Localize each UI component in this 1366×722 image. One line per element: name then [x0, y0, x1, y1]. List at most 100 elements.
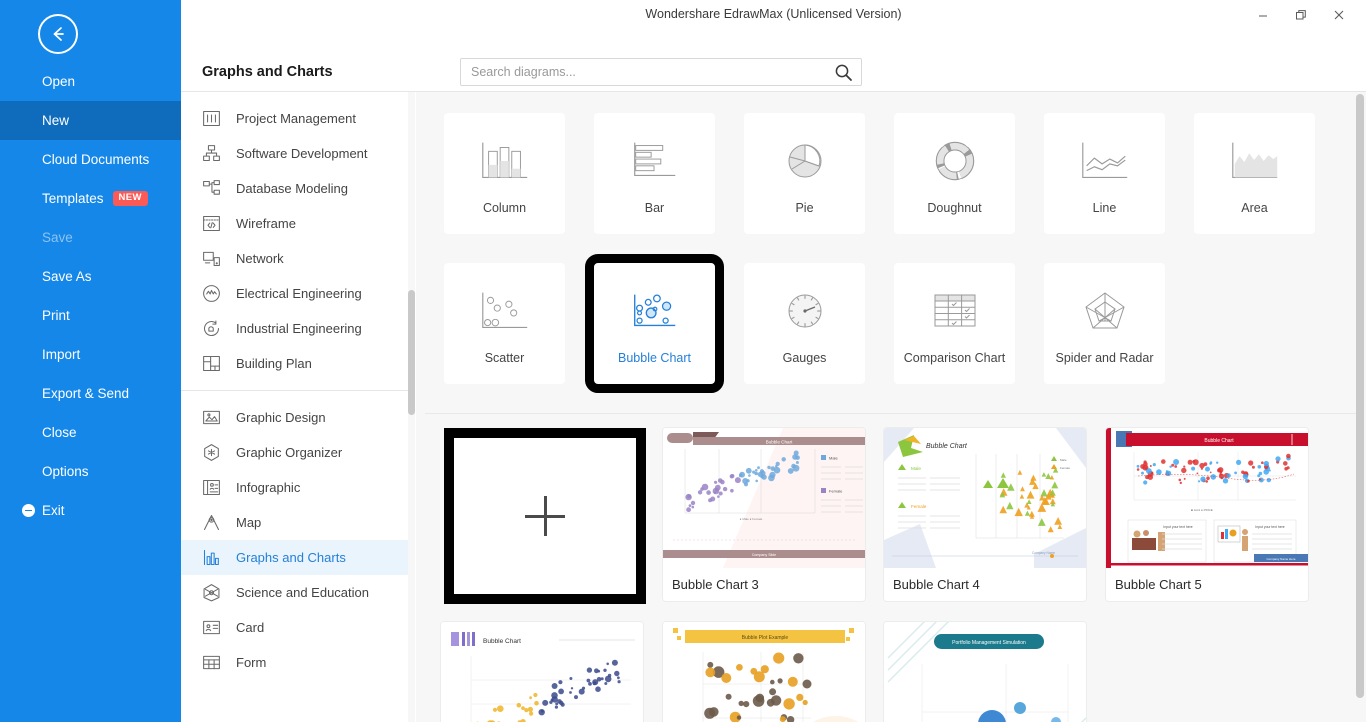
chart-type-label: Gauges: [782, 351, 827, 365]
category-item-label: Electrical Engineering: [236, 286, 362, 301]
chart-type-scatter[interactable]: Scatter: [444, 263, 565, 384]
close-button[interactable]: [1320, 1, 1358, 29]
template-thumbnail: Bubble Chart: [441, 622, 643, 722]
left-sidebar: Open New Cloud Documents Templates NEW Save Sa…: [0, 0, 181, 722]
chart-type-line[interactable]: Line: [1044, 113, 1165, 234]
sidebar-item-export-send[interactable]: Export & Send: [0, 374, 181, 413]
blank-template-card[interactable]: [444, 428, 646, 604]
page-title: Graphs and Charts: [202, 64, 333, 80]
template-card-bubble-chart-5[interactable]: Bubble Chart ■ List1 ● PRICE Input your te…: [1106, 428, 1308, 601]
search-icon[interactable]: [834, 63, 853, 87]
sidebar-item-close[interactable]: Close: [0, 413, 181, 452]
category-item-graphic-organizer[interactable]: Graphic Organizer: [181, 435, 414, 470]
sidebar-item-templates[interactable]: Templates NEW: [0, 179, 181, 218]
template-label: Bubble Chart 4: [884, 568, 1086, 601]
chart-type-label: Comparison Chart: [903, 351, 1006, 365]
sidebar-item-print[interactable]: Print: [0, 296, 181, 335]
plus-icon: [525, 496, 565, 536]
svg-text:Male: Male: [1060, 458, 1067, 462]
category-item-map[interactable]: Map: [181, 505, 414, 540]
category-item-database-modeling[interactable]: Database Modeling: [181, 171, 414, 206]
svg-text:Female: Female: [1060, 466, 1070, 470]
sidebar-item-open[interactable]: Open: [0, 62, 181, 101]
svg-text:Bubble Chart: Bubble Chart: [1204, 438, 1234, 444]
category-item-electrical-engineering[interactable]: Electrical Engineering: [181, 276, 414, 311]
template-card-bubble-chart-4[interactable]: Bubble Chart Male Female Male Female Company …: [884, 428, 1086, 601]
gauges-icon: [777, 287, 833, 335]
template-label: Bubble Chart 3: [663, 568, 865, 601]
electrical-engineering-icon: [200, 283, 222, 305]
sidebar-item-import[interactable]: Import: [0, 335, 181, 374]
template-grid: Bubble Chart ● Male ● Female Male Female Com…: [416, 414, 1366, 722]
graphs-and-charts-icon: [200, 547, 222, 569]
category-item-card[interactable]: Card: [181, 610, 414, 645]
chart-type-grid: Column Bar Pie Doughnut Line Area Scatter Bubbl…: [416, 92, 1366, 413]
category-item-project-management[interactable]: Project Management: [181, 101, 414, 136]
category-item-label: Graphic Design: [236, 410, 326, 425]
sidebar-item-options[interactable]: Options: [0, 452, 181, 491]
category-scrollbar-thumb[interactable]: [408, 290, 415, 415]
app-title: Wondershare EdrawMax (Unlicensed Version…: [645, 7, 902, 21]
chart-type-area[interactable]: Area: [1194, 113, 1315, 234]
category-item-software-development[interactable]: Software Development: [181, 136, 414, 171]
category-item-wireframe[interactable]: Wireframe: [181, 206, 414, 241]
category-item-label: Database Modeling: [236, 181, 349, 196]
sidebar-item-save: Save: [0, 218, 181, 257]
category-item-infographic[interactable]: Infographic: [181, 470, 414, 505]
template-card-bubble-chart-3[interactable]: Bubble Chart ● Male ● Female Male Female Com…: [663, 428, 865, 601]
comparison-chart-icon: [927, 287, 983, 335]
category-item-graphs-and-charts[interactable]: Graphs and Charts: [181, 540, 414, 575]
sidebar-item-new[interactable]: New: [0, 101, 181, 140]
search-box: [460, 58, 862, 86]
main-scrollbar-thumb[interactable]: [1356, 94, 1364, 698]
category-item-network[interactable]: Network: [181, 241, 414, 276]
chart-type-spider-and-radar[interactable]: Spider and Radar: [1044, 263, 1165, 384]
sidebar-item-exit[interactable]: Exit: [0, 491, 181, 530]
edrawmax-window: Open New Cloud Documents Templates NEW Save Sa…: [0, 0, 1366, 722]
sidebar-item-label: Save As: [42, 269, 92, 284]
scatter-chart-icon: [477, 287, 533, 335]
category-item-industrial-engineering[interactable]: Industrial Engineering: [181, 311, 414, 346]
category-item-label: Graphic Organizer: [236, 445, 343, 460]
svg-text:Male: Male: [911, 466, 921, 471]
category-item-building-plan[interactable]: Building Plan: [181, 346, 414, 381]
template-thumbnail: Bubble Chart ■ List1 ● PRICE Input your te…: [1106, 428, 1308, 568]
template-card-portfolio-management-simulation[interactable]: Portfolio Management Simulation: [884, 622, 1086, 722]
sidebar-item-save-as[interactable]: Save As: [0, 257, 181, 296]
map-icon: [200, 512, 222, 534]
chart-type-pie[interactable]: Pie: [744, 113, 865, 234]
chart-type-label: Column: [482, 201, 527, 215]
category-item-science-and-education[interactable]: Science and Education: [181, 575, 414, 610]
sidebar-item-label: Open: [42, 74, 76, 89]
template-card-bubble-plot-example[interactable]: Bubble Plot Example: [663, 622, 865, 722]
template-card-bubble-chart[interactable]: Bubble Chart: [441, 622, 643, 722]
chart-type-bar[interactable]: Bar: [594, 113, 715, 234]
category-item-label: Building Plan: [236, 356, 312, 371]
sidebar-item-cloud-documents[interactable]: Cloud Documents: [0, 140, 181, 179]
sidebar-item-label: Cloud Documents: [42, 152, 150, 167]
project-management-icon: [200, 108, 222, 130]
chart-type-doughnut[interactable]: Doughnut: [894, 113, 1015, 234]
category-item-label: Software Development: [236, 146, 368, 161]
category-item-form[interactable]: Form: [181, 645, 414, 680]
science-and-education-icon: [200, 582, 222, 604]
template-thumbnail: Bubble Plot Example: [663, 622, 865, 722]
spider-radar-icon: [1077, 287, 1133, 335]
back-arrow-icon: [53, 27, 64, 41]
chart-type-comparison-chart[interactable]: Comparison Chart: [894, 263, 1015, 384]
chart-type-bubble-chart[interactable]: Bubble Chart: [585, 254, 724, 393]
svg-text:Bubble Chart: Bubble Chart: [483, 638, 521, 645]
chart-type-label: Pie: [795, 201, 814, 215]
back-button[interactable]: [38, 14, 78, 54]
category-item-label: Industrial Engineering: [236, 321, 362, 336]
search-input[interactable]: [471, 59, 831, 85]
template-label: Bubble Chart 5: [1106, 568, 1308, 601]
category-item-graphic-design[interactable]: Graphic Design: [181, 400, 414, 435]
maximize-button[interactable]: [1282, 1, 1320, 29]
minimize-button[interactable]: [1244, 1, 1282, 29]
chart-type-gauges[interactable]: Gauges: [744, 263, 865, 384]
network-icon: [200, 248, 222, 270]
category-item-label: Graphs and Charts: [236, 550, 346, 565]
chart-type-column[interactable]: Column: [444, 113, 565, 234]
category-group-diagrams: Project Management Software Development Da…: [181, 101, 414, 381]
